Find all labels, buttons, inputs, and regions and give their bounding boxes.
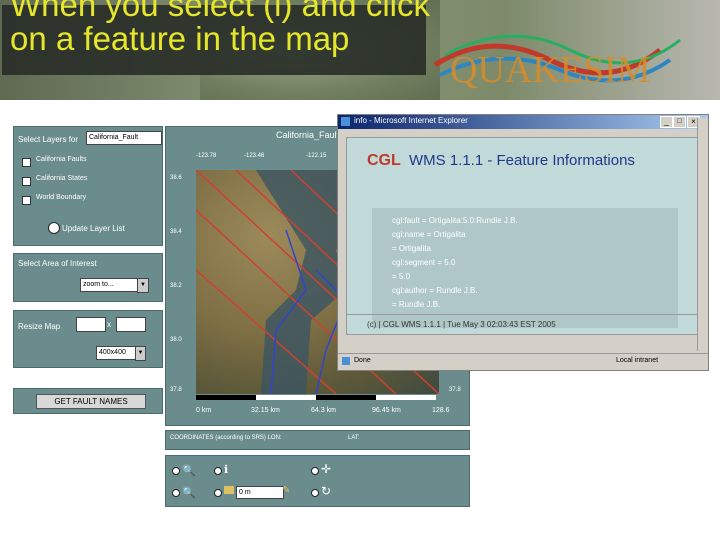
scale-label: 96.45 km [372, 407, 401, 414]
zoom-in-radio[interactable] [172, 467, 180, 475]
feature-line: cgl:fault = Ortigalita:5.0:Rundle J.B. [392, 216, 518, 225]
popup-brand: CGL [367, 152, 401, 169]
layer-checkbox[interactable] [22, 177, 31, 186]
info-popup-window: info - Microsoft Internet Explorer _ □ ×… [337, 114, 709, 371]
zoom-out-radio[interactable] [172, 489, 180, 497]
layer-label: California Faults [36, 156, 87, 163]
ruler-icon [224, 486, 234, 494]
fault-names-panel: GET FAULT NAMES [13, 388, 163, 414]
divider [347, 314, 699, 315]
svg-text:QUAKESIM: QUAKESIM [450, 49, 651, 90]
tool-panel: 🔍 ℹ ✛ 🔍 0 m ✎ ↻ [165, 455, 470, 507]
left-tick-label: 38.4 [170, 229, 182, 235]
scale-label: 128.6 [432, 407, 450, 414]
left-tick-label: 38.2 [170, 283, 182, 289]
scale-label: 0 km [196, 407, 212, 414]
scale-label: 64.3 km [311, 407, 336, 414]
feature-line: cgl:name = Ortigalita [392, 230, 466, 239]
minimize-button[interactable]: _ [660, 116, 673, 128]
refresh-radio[interactable] [311, 489, 319, 497]
top-tick-label: -122.15 [306, 153, 327, 159]
left-tick-label: 38.0 [170, 337, 182, 343]
feature-line: cgl:segment = 5.0 [392, 258, 456, 267]
chevron-down-icon[interactable]: ▼ [137, 278, 149, 293]
refresh-icon[interactable]: ↻ [321, 484, 331, 498]
layer-label: California States [36, 175, 88, 182]
feature-line: = Ortigalita [392, 244, 431, 253]
ie-icon [341, 117, 350, 126]
area-label: Select Area of Interest [18, 259, 97, 268]
update-layer-link[interactable]: Update Layer List [62, 224, 125, 233]
feature-line: = 5.0 [392, 272, 411, 281]
feature-line: = Rundle J.B. [392, 300, 441, 309]
scale-label: 32.15 km [251, 407, 280, 414]
update-icon[interactable] [48, 222, 60, 234]
measure-input[interactable]: 0 m [236, 486, 284, 499]
layer-checkbox[interactable] [22, 158, 31, 167]
left-tick-label: 37.8 [170, 387, 182, 393]
chevron-down-icon[interactable]: ▼ [135, 346, 146, 361]
info-radio[interactable] [214, 467, 222, 475]
get-fault-names-button[interactable]: GET FAULT NAMES [36, 394, 146, 409]
feature-line: cgl:author = Rundle J.B. [392, 286, 478, 295]
lat-label: LAT: [348, 435, 360, 441]
pencil-icon: ✎ [282, 485, 291, 496]
measure-radio[interactable] [214, 489, 222, 497]
coordinates-panel: COORDINATES (according to SRS) LON: LAT: [165, 430, 470, 450]
feature-info-box: cgl:fault = Ortigalita:5.0:Rundle J.B. c… [372, 208, 678, 328]
status-left: Done [354, 357, 371, 364]
popup-heading: WMS 1.1.1 - Feature Informations [409, 152, 635, 169]
popup-titlebar: info - Microsoft Internet Explorer _ □ × [338, 115, 708, 129]
resize-label: Resize Map [18, 322, 61, 331]
popup-title: info - Microsoft Internet Explorer [354, 116, 468, 125]
resize-panel: Resize Map x 400x400 ▼ [13, 310, 163, 368]
height-input[interactable] [116, 317, 146, 332]
x-separator: x [107, 320, 111, 329]
layer-checkbox[interactable] [22, 196, 31, 205]
quakesim-logo: QUAKESIM [433, 34, 681, 90]
right-tick-label: 37.8 [449, 387, 461, 393]
layers-panel: Select Layers for California_Fault Calif… [13, 126, 163, 246]
popup-content: CGL WMS 1.1.1 - Feature Informations cgl… [346, 137, 700, 335]
area-panel: Select Area of Interest zoom to... ▼ [13, 253, 163, 302]
zoom-out-icon[interactable]: 🔍 [182, 486, 196, 499]
slide-title: When you select (i) and click on a featu… [10, 0, 430, 57]
info-icon[interactable]: ℹ [224, 463, 228, 476]
pan-icon[interactable]: ✛ [321, 462, 331, 476]
layer-label: World Boundary [36, 194, 87, 201]
map-title: California_Faults [276, 130, 344, 140]
scale-bar [196, 395, 436, 400]
maximize-button[interactable]: □ [673, 116, 686, 128]
top-tick-label: -123.78 [196, 153, 217, 159]
left-tick-label: 38.6 [170, 175, 182, 181]
top-tick-label: -123.46 [244, 153, 265, 159]
popup-footer: (c) | CGL WMS 1.1.1 | Tue May 3 02:03:43… [367, 320, 556, 329]
status-right: Local intranet [616, 357, 659, 364]
zoom-in-icon[interactable]: 🔍 [182, 464, 196, 477]
layers-label: Select Layers for [18, 135, 79, 144]
layers-select[interactable]: California_Fault [86, 131, 162, 145]
ie-page-icon [342, 357, 350, 365]
coordinates-label: COORDINATES (according to SRS) LON: [170, 435, 282, 441]
pan-radio[interactable] [311, 467, 319, 475]
popup-scrollbar[interactable] [697, 118, 708, 351]
width-input[interactable] [76, 317, 106, 332]
status-bar: Done Local intranet [338, 353, 708, 370]
